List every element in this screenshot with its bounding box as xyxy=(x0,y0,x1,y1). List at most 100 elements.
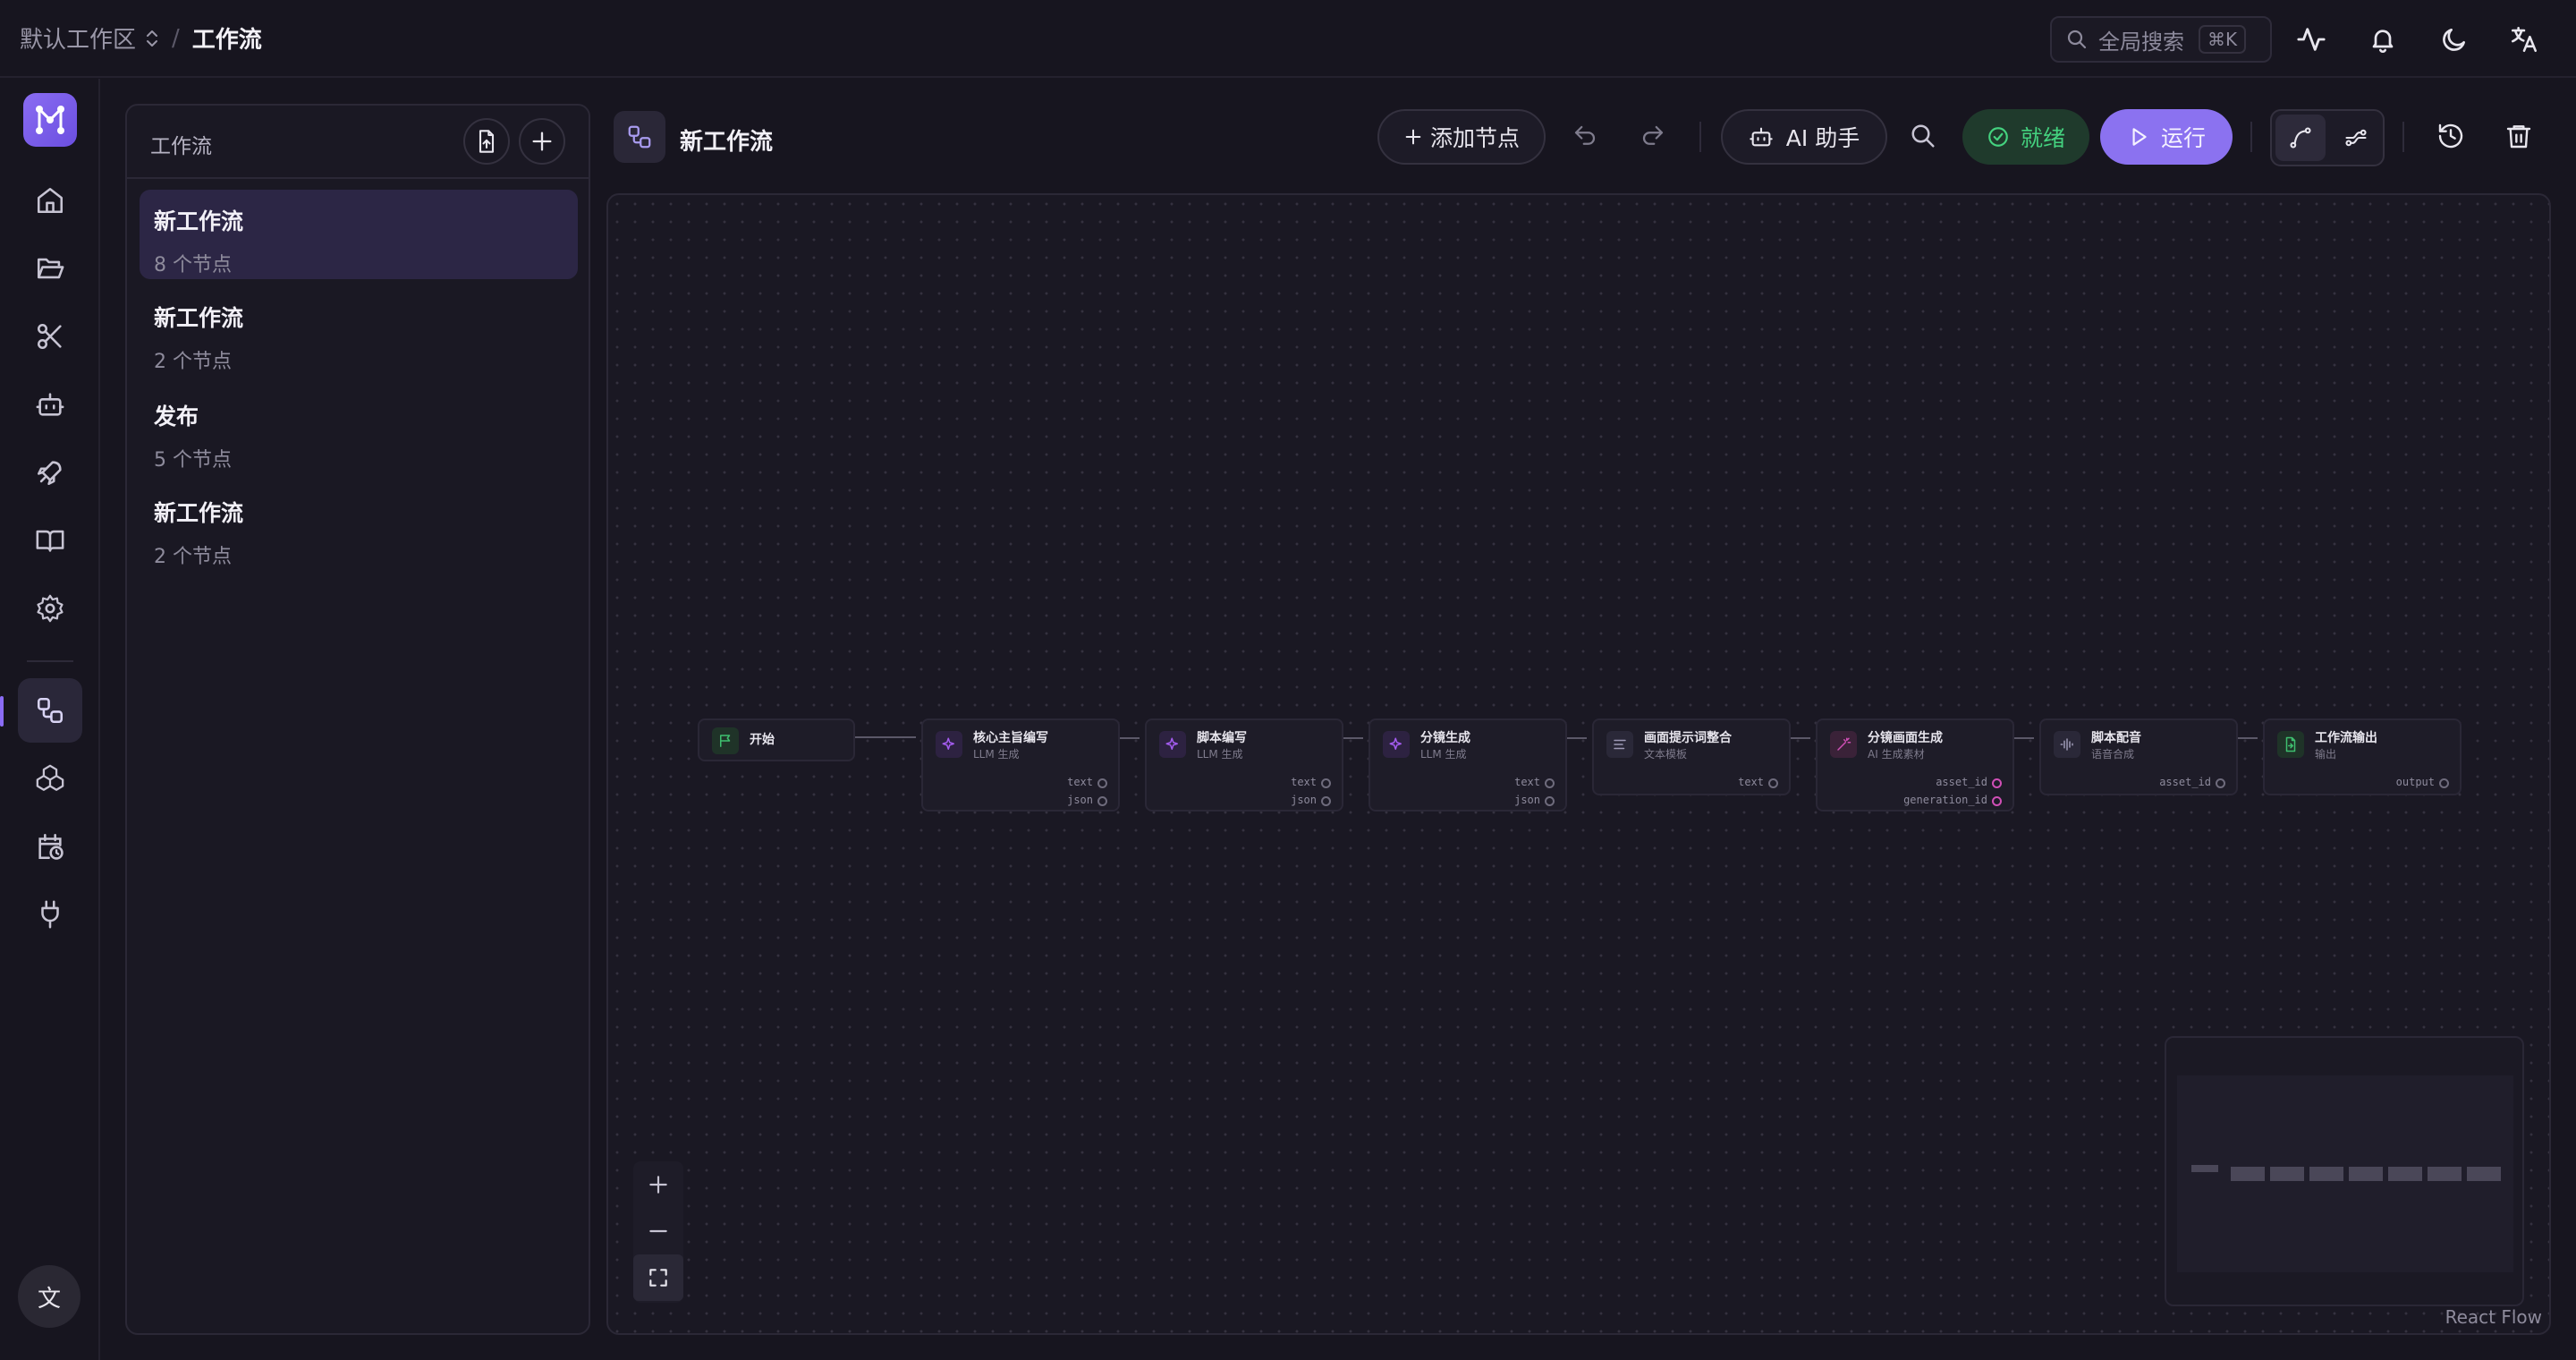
play-icon xyxy=(2127,125,2150,149)
step-edge-button[interactable] xyxy=(2331,115,2381,161)
flow-edge[interactable] xyxy=(1567,737,1587,739)
trash-icon[interactable] xyxy=(2501,118,2537,154)
workflow-title[interactable]: 新工作流 xyxy=(680,123,773,157)
react-flow-attribution[interactable]: React Flow xyxy=(2445,1306,2542,1328)
flag-icon xyxy=(712,727,739,754)
workflow-node-count: 8 个节点 xyxy=(154,254,232,276)
output-port-label: generation_id xyxy=(1903,794,1987,806)
activity-icon[interactable] xyxy=(2293,21,2329,57)
global-search[interactable]: 全局搜索 ⌘K xyxy=(2050,16,2272,63)
zoom-out-button[interactable] xyxy=(633,1208,683,1254)
workflow-list-item[interactable]: 新工作流 8 个节点 xyxy=(140,190,578,279)
workspace-switcher[interactable]: 默认工作区 xyxy=(20,21,136,55)
output-port-handle[interactable] xyxy=(2439,778,2449,788)
ai-assistant-label: AI 助手 xyxy=(1785,125,1860,151)
zoom-in-button[interactable] xyxy=(633,1161,683,1208)
minimap-node xyxy=(2231,1167,2265,1181)
nav-projects[interactable] xyxy=(18,236,82,301)
workflow-icon xyxy=(614,111,665,163)
minus-icon xyxy=(647,1220,670,1243)
new-workflow-button[interactable] xyxy=(519,118,565,165)
run-label: 运行 xyxy=(2160,125,2206,151)
nav-schedules[interactable] xyxy=(18,814,82,879)
minimap[interactable] xyxy=(2165,1036,2524,1306)
translate-icon[interactable] xyxy=(2506,21,2542,57)
workflow-list-item[interactable]: 新工作流 2 个节点 xyxy=(140,481,578,571)
flow-node-output[interactable]: 工作流输出 输出 output xyxy=(2263,718,2462,795)
flow-node[interactable]: 分镜生成 LLM 生成 text json xyxy=(1368,718,1567,812)
output-port-handle[interactable] xyxy=(2216,778,2225,788)
search-placeholder: 全局搜索 xyxy=(2098,29,2184,55)
status-label: 就绪 xyxy=(2020,125,2065,151)
smooth-step-icon xyxy=(2343,125,2368,150)
calendar-clock-icon xyxy=(35,831,65,862)
toolbar-divider xyxy=(1699,122,1701,152)
node-subtitle: 输出 xyxy=(2315,748,2337,761)
nav-docs[interactable] xyxy=(18,508,82,573)
plus-icon xyxy=(530,129,555,154)
nav-plugins[interactable] xyxy=(18,882,82,947)
moon-icon[interactable] xyxy=(2436,21,2472,57)
flow-edge[interactable] xyxy=(1343,737,1363,739)
workflow-logo-icon[interactable] xyxy=(23,93,77,147)
nav-clips[interactable] xyxy=(18,304,82,369)
chevrons-up-down-icon[interactable] xyxy=(145,28,159,49)
flow-node[interactable]: 脚本配音 语音合成 asset_id xyxy=(2039,718,2238,795)
bezier-edge-button[interactable] xyxy=(2275,115,2326,161)
history-icon[interactable] xyxy=(2433,118,2469,154)
output-port-label: asset_id xyxy=(2159,776,2211,788)
output-port-handle[interactable] xyxy=(1321,796,1331,806)
flow-edge[interactable] xyxy=(1120,737,1140,739)
output-port-handle[interactable] xyxy=(1992,778,2002,788)
flow-node[interactable]: 画面提示词整合 文本模板 text xyxy=(1592,718,1791,795)
audio-wave-icon xyxy=(2054,731,2080,758)
language-button[interactable]: 文 xyxy=(18,1265,80,1328)
file-output-icon xyxy=(2277,731,2304,758)
node-subtitle: LLM 生成 xyxy=(973,748,1020,761)
node-subtitle: LLM 生成 xyxy=(1420,748,1467,761)
workflow-name: 新工作流 xyxy=(154,305,244,331)
workflow-list-item[interactable]: 发布 5 个节点 xyxy=(140,385,578,474)
output-port-handle[interactable] xyxy=(1097,796,1107,806)
redo-icon[interactable] xyxy=(1635,118,1671,154)
workflow-node-count: 2 个节点 xyxy=(154,351,232,373)
output-port-handle[interactable] xyxy=(1545,778,1555,788)
nav-assets[interactable] xyxy=(18,746,82,811)
zoom-controls xyxy=(633,1161,683,1303)
nav-publish[interactable] xyxy=(18,440,82,505)
output-port-label: output xyxy=(2395,776,2435,788)
flow-node[interactable]: 脚本编写 LLM 生成 text json xyxy=(1145,718,1343,812)
workflow-list-header: 工作流 xyxy=(127,106,589,179)
flow-edge[interactable] xyxy=(2238,737,2258,739)
search-icon[interactable] xyxy=(1905,118,1941,154)
flow-node[interactable]: 分镜画面生成 AI 生成素材 asset_id generation_id xyxy=(1816,718,2014,812)
nav-workflows[interactable] xyxy=(18,678,82,743)
run-button[interactable]: 运行 xyxy=(2100,109,2233,165)
undo-icon[interactable] xyxy=(1567,118,1603,154)
flow-canvas[interactable]: 开始 核心主旨编写 LLM 生成 text json 脚本编写 LLM 生成 t… xyxy=(606,193,2551,1335)
flow-edge[interactable] xyxy=(855,736,916,738)
folder-open-icon xyxy=(35,253,65,284)
import-workflow-button[interactable] xyxy=(463,118,510,165)
flow-edge[interactable] xyxy=(1791,737,1810,739)
flow-node-start[interactable]: 开始 xyxy=(698,718,855,761)
flow-node[interactable]: 核心主旨编写 LLM 生成 text json xyxy=(921,718,1120,812)
output-port-handle[interactable] xyxy=(1768,778,1778,788)
bell-icon[interactable] xyxy=(2365,21,2401,57)
output-port-handle[interactable] xyxy=(1545,796,1555,806)
flow-edge[interactable] xyxy=(2014,737,2034,739)
workflow-list-item[interactable]: 新工作流 2 个节点 xyxy=(140,286,578,376)
node-title: 分镜画面生成 xyxy=(1868,731,1943,745)
toolbar-divider xyxy=(2402,122,2404,152)
output-port-handle[interactable] xyxy=(1321,778,1331,788)
fit-view-button[interactable] xyxy=(633,1254,683,1301)
add-node-button[interactable]: 添加节点 xyxy=(1377,109,1546,165)
nav-agents[interactable] xyxy=(18,372,82,437)
output-port-label: text xyxy=(1738,776,1764,788)
output-port-handle[interactable] xyxy=(1097,778,1107,788)
nav-home[interactable] xyxy=(18,168,82,233)
nav-settings[interactable] xyxy=(18,576,82,641)
output-port-handle[interactable] xyxy=(1992,796,2002,806)
ai-assistant-button[interactable]: AI 助手 xyxy=(1721,109,1887,165)
minimap-node xyxy=(2349,1167,2383,1181)
